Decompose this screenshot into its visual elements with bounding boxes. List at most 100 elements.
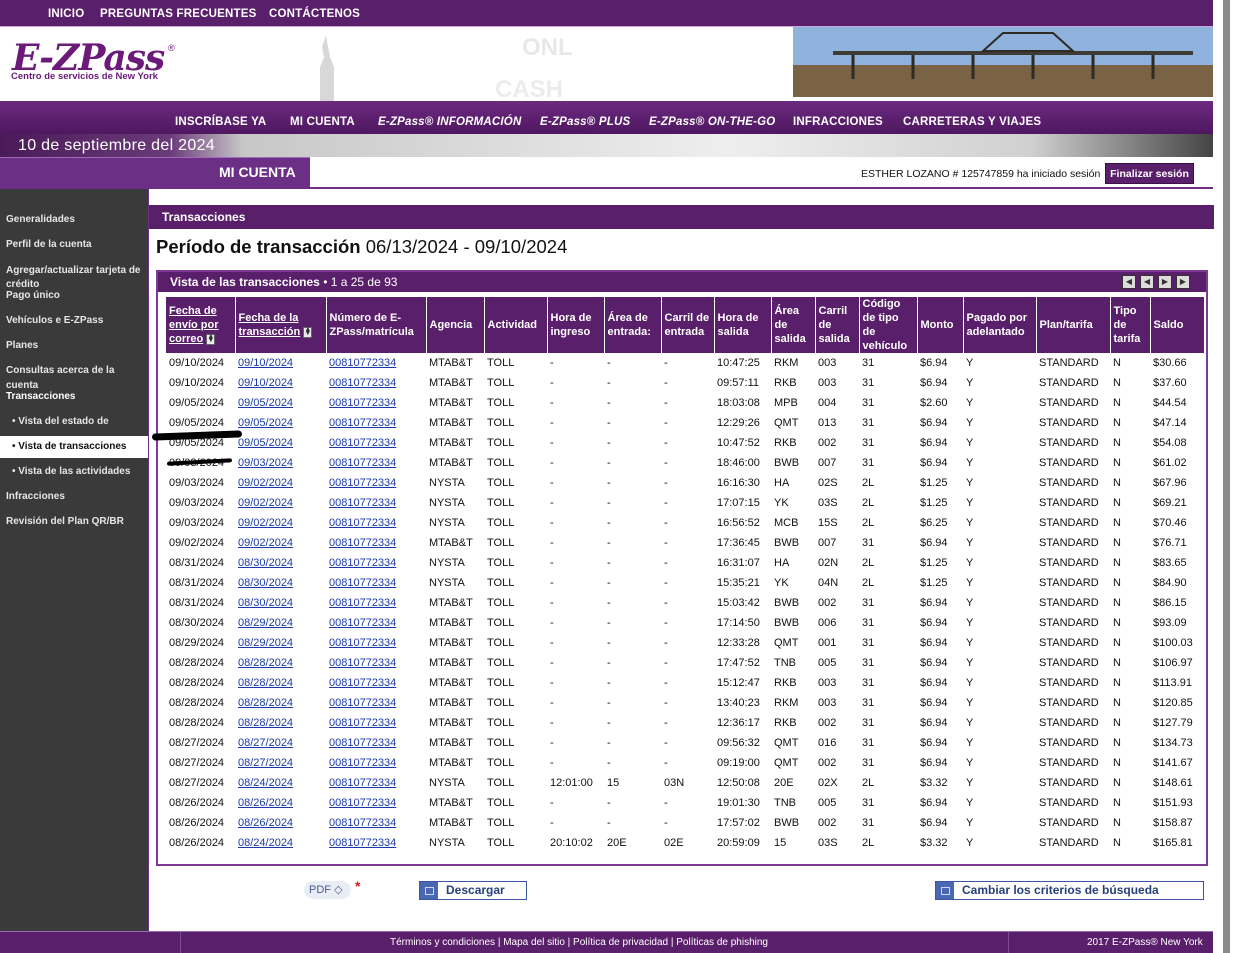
tag-number-link[interactable]: 00810772334 [329,577,396,589]
transaction-date-link[interactable]: 08/26/2024 [238,797,293,809]
nav-inicio-link[interactable]: INICIO [48,8,84,20]
transaction-date-link[interactable]: 08/28/2024 [238,717,293,729]
tag-number-link[interactable]: 00810772334 [329,557,396,569]
tag-number-link[interactable]: 00810772334 [329,457,396,469]
transaction-date-link[interactable]: 09/05/2024 [238,397,293,409]
transaction-date-link[interactable]: 08/26/2024 [238,817,293,829]
transaction-date-link[interactable]: 08/27/2024 [238,757,293,769]
transaction-date-link[interactable]: 09/03/2024 [238,457,293,469]
sidebar-item-vista-transacciones[interactable]: • Vista de transacciones [0,436,148,458]
sidebar-item-generalidades[interactable]: Generalidades [6,214,75,226]
transaction-date-link[interactable]: 08/30/2024 [238,597,293,609]
tag-number-link[interactable]: 00810772334 [329,477,396,489]
transaction-date-link[interactable]: 08/29/2024 [238,637,293,649]
table-cell: NYSTA [429,517,465,529]
bridge-banner-image [793,27,1213,97]
footer-links[interactable]: Términos y condiciones | Mapa del sitio … [390,937,768,948]
nav-carreteras[interactable]: CARRETERAS Y VIAJES [903,116,1041,128]
tag-number-link[interactable]: 00810772334 [329,837,396,849]
transaction-date-link[interactable]: 08/28/2024 [238,697,293,709]
transaction-date-link[interactable]: 09/02/2024 [238,497,293,509]
tag-number-link[interactable]: 00810772334 [329,817,396,829]
sidebar-item-vehiculos[interactable]: Vehículos e E-ZPass [6,315,103,327]
last-page-button[interactable]: ▶ [1176,275,1190,289]
table-cell: $70.46 [1153,517,1187,529]
tag-number-link[interactable]: 00810772334 [329,357,396,369]
tag-number-link[interactable]: 00810772334 [329,697,396,709]
table-cell: 31 [862,357,875,369]
tag-number-link[interactable]: 00810772334 [329,417,396,429]
format-select[interactable]: PDF ◇ [304,881,351,899]
tag-number-link[interactable]: 00810772334 [329,517,396,529]
transaction-date-link[interactable]: 08/29/2024 [238,617,293,629]
tag-number-link[interactable]: 00810772334 [329,757,396,769]
nav-ezpass-info[interactable]: E-ZPass® INFORMACIÓN [378,116,521,128]
download-button[interactable]: Descargar [419,881,527,900]
tag-number-link[interactable]: 00810772334 [329,737,396,749]
sidebar-item-tarjeta[interactable]: Agregar/actualizar tarjeta de [6,265,141,277]
transaction-date-link[interactable]: 08/30/2024 [238,557,293,569]
transaction-date-link[interactable]: 08/27/2024 [238,737,293,749]
change-criteria-button[interactable]: Cambiar los criterios de búsqueda [935,881,1204,900]
transaction-date-link[interactable]: 08/28/2024 [238,677,293,689]
nav-inscribase[interactable]: INSCRÍBASE YA [175,116,266,128]
tag-number-link[interactable]: 00810772334 [329,537,396,549]
transaction-date-link[interactable]: 09/02/2024 [238,537,293,549]
tag-number-link[interactable]: 00810772334 [329,657,396,669]
nav-mi-cuenta[interactable]: MI CUENTA [290,116,355,128]
table-cell: 08/30/2024 [235,593,326,613]
sidebar-item-planes[interactable]: Planes [6,340,38,352]
tag-number-link[interactable]: 00810772334 [329,797,396,809]
transaction-date-link[interactable]: 09/10/2024 [238,377,293,389]
tag-number-link[interactable]: 00810772334 [329,597,396,609]
scrollbar-track[interactable] [1223,0,1230,953]
first-page-button[interactable]: ◀ [1122,275,1136,289]
transaction-date-link[interactable]: 09/05/2024 [238,417,293,429]
prev-page-button[interactable]: ◀ [1140,275,1154,289]
transaction-date-link[interactable]: 08/28/2024 [238,657,293,669]
nav-contact-link[interactable]: CONTÁCTENOS [269,8,360,20]
tag-number-link[interactable]: 00810772334 [329,617,396,629]
table-cell: RKB [774,717,797,729]
ezpass-logo[interactable]: E-ZPass ® Centro de servicios de New Yor… [10,37,185,93]
next-page-button[interactable]: ▶ [1158,275,1172,289]
logout-button[interactable]: Finalizar sesión [1105,163,1194,184]
transaction-date-link[interactable]: 09/10/2024 [238,357,293,369]
transaction-date-link[interactable]: 08/24/2024 [238,777,293,789]
transaction-date-link[interactable]: 09/02/2024 [238,517,293,529]
sidebar-item-perfil[interactable]: Perfil de la cuenta [6,239,92,251]
sidebar-item-estado[interactable]: • Vista del estado de [12,416,109,428]
transaction-date-link[interactable]: 09/05/2024 [238,437,293,449]
sidebar-item-pago[interactable]: Pago único [6,290,60,302]
sort-icon[interactable]: ▲ ▼ [206,333,216,345]
nav-ezpass-plus[interactable]: E-ZPass® PLUS [540,116,630,128]
sidebar-item-infracciones[interactable]: Infracciones [6,491,65,503]
tag-number-link[interactable]: 00810772334 [329,377,396,389]
tag-number-link[interactable]: 00810772334 [329,717,396,729]
col-fecha-transaccion-label[interactable]: Fecha de la transacción [239,312,301,338]
tag-number-link[interactable]: 00810772334 [329,637,396,649]
required-marker: * [355,878,361,894]
tag-number-link[interactable]: 00810772334 [329,497,396,509]
sidebar-item-transacciones[interactable]: Transacciones [6,391,75,403]
tag-number-link[interactable]: 00810772334 [329,397,396,409]
sidebar-item-consultas[interactable]: Consultas acerca de la [6,365,114,377]
transaction-date-link[interactable]: 08/24/2024 [238,837,293,849]
table-row: 08/27/2024 08/27/2024 00810772334 MTAB&T TOL… [166,753,1204,773]
nav-infracciones[interactable]: INFRACCIONES [793,116,883,128]
sidebar-item-actividades[interactable]: • Vista de las actividades [12,466,130,478]
col-fecha-envio[interactable]: Fecha de envío por correo ▲ ▼ [166,297,236,353]
tag-number-link[interactable]: 00810772334 [329,677,396,689]
sidebar-item-revision[interactable]: Revisión del Plan QR/BR [6,516,124,528]
col-fecha-transaccion[interactable]: Fecha de la transacción ▲ ▼ [235,297,327,353]
table-cell: Y [966,717,974,729]
tag-number-link[interactable]: 00810772334 [329,777,396,789]
tag-number-link[interactable]: 00810772334 [329,437,396,449]
nav-faq-link[interactable]: PREGUNTAS FRECUENTES [100,8,257,20]
nav-on-the-go[interactable]: E-ZPass® ON-THE-GO [649,116,775,128]
transaction-date-link[interactable]: 08/30/2024 [238,577,293,589]
table-cell: N [1113,397,1121,409]
sort-icon[interactable]: ▲ ▼ [303,326,313,338]
table-cell: Y [966,397,974,409]
transaction-date-link[interactable]: 09/02/2024 [238,477,293,489]
